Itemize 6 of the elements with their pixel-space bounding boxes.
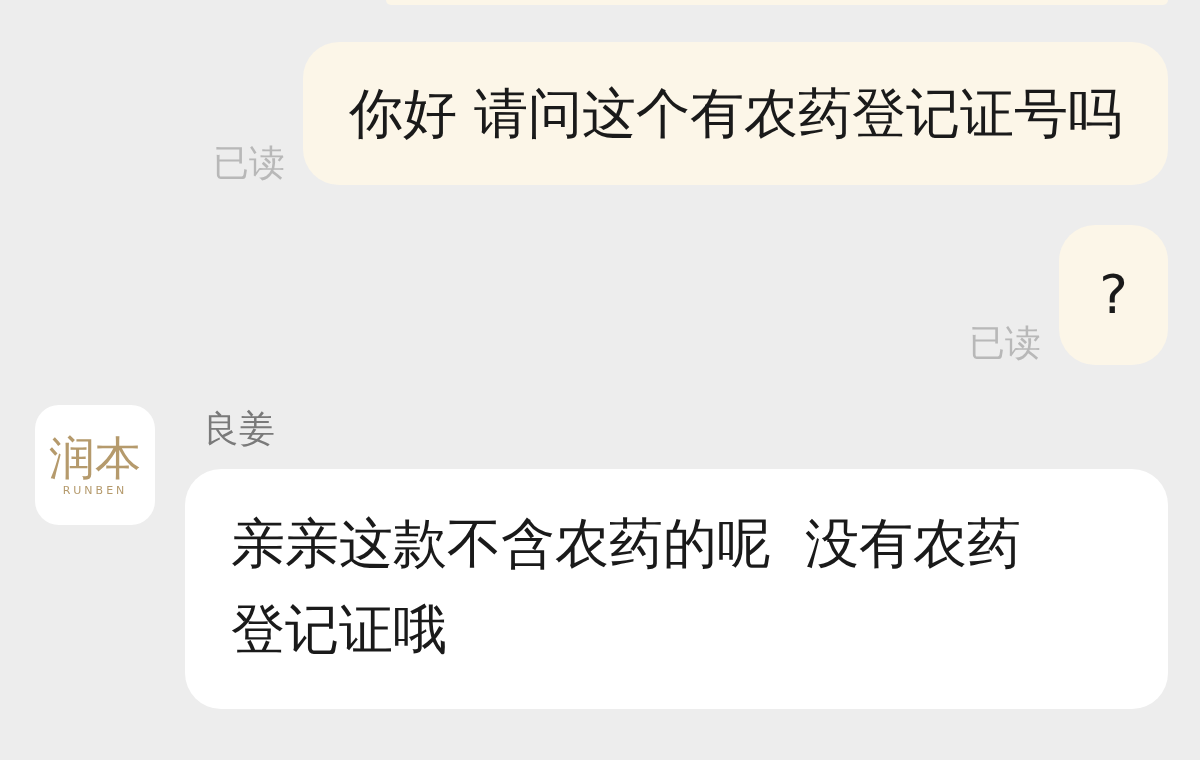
message-bubble: 你好 请问这个有农药登记证号吗: [302, 42, 1168, 185]
sender-name: 良姜: [203, 411, 276, 447]
logo-subtitle: RUNBEN: [62, 484, 128, 496]
message-bubble: ?: [1059, 225, 1168, 365]
logo-text: 润本: [49, 434, 141, 481]
message-bubble: 亲亲这款不含农药的呢 没有农药登记证哦: [185, 469, 1168, 709]
